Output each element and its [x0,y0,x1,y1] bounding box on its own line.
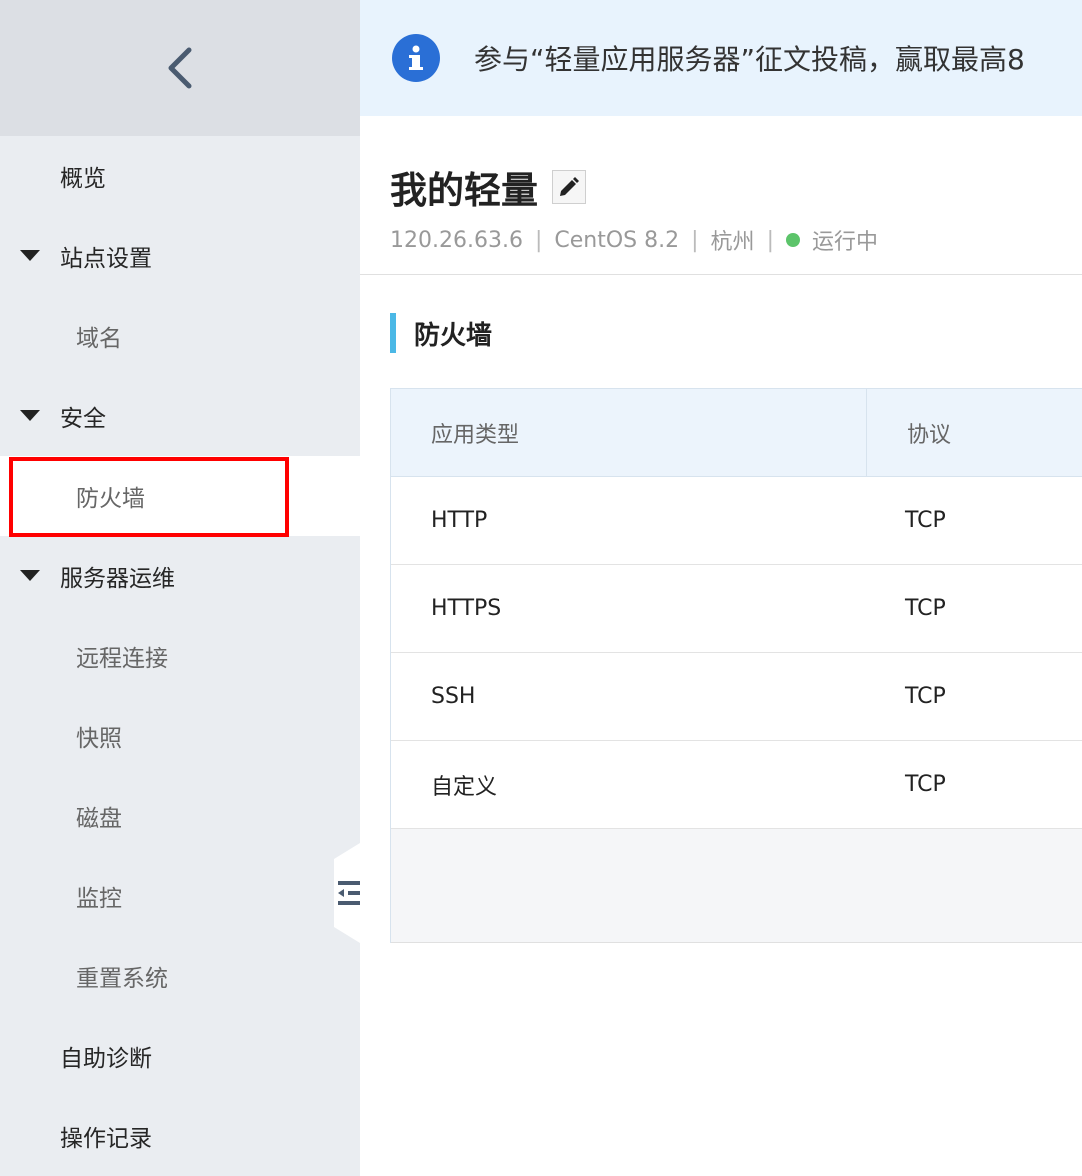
sidebar-item-label: 磁盘 [76,806,122,832]
table-row: 自定义 TCP [391,741,1082,829]
meta-separator: | [691,227,699,253]
instance-meta: 120.26.63.6 | CentOS 8.2 | 杭州 | 运行中 [390,224,1082,256]
table-row: SSH TCP [391,653,1082,741]
status-dot [785,233,800,247]
chevron-left-icon [168,47,192,89]
section-title: 防火墙 [390,313,1082,353]
cell-app-type: HTTP [431,508,488,533]
highlight-box [9,457,289,537]
caret-down-icon [20,410,60,422]
sidebar-back-button[interactable] [0,0,360,136]
column-header-protocol: 协议 [907,422,952,448]
cell-protocol: TCP [905,596,946,621]
instance-region: 杭州 [710,230,755,255]
indent-icon [338,881,360,905]
table-header: 应用类型 协议 [391,389,1082,477]
sidebar-menu: 概览 站点设置 域名 安全 防火墙 服务器运维 远程连接 快照 磁盘 监控 重置… [0,136,360,1176]
cell-protocol: TCP [905,684,946,709]
sidebar-item-reset-system[interactable]: 重置系统 [0,936,360,1016]
sidebar-collapse-handle[interactable] [334,843,360,943]
sidebar-item-label: 自助诊断 [60,1046,152,1072]
sidebar-item-label: 防火墙 [76,486,145,512]
instance-status: 运行中 [811,230,878,255]
sidebar-item-label: 操作记录 [60,1126,152,1152]
sidebar-item-label: 重置系统 [76,966,168,992]
table-row: HTTP TCP [391,477,1082,565]
column-header-app-type: 应用类型 [391,389,867,476]
cell-protocol: TCP [905,508,946,533]
info-icon [392,34,440,82]
cell-app-type: HTTPS [431,596,502,621]
sidebar-item-label: 远程连接 [76,646,168,672]
cell-protocol: TCP [905,772,946,797]
sidebar-group-security[interactable]: 安全 [0,376,360,456]
instance-ip: 120.26.63.6 [390,227,523,253]
sidebar: 概览 站点设置 域名 安全 防火墙 服务器运维 远程连接 快照 磁盘 监控 重置… [0,0,360,1176]
pencil-icon [560,177,579,196]
sidebar-item-overview[interactable]: 概览 [0,136,360,216]
cell-app-type: SSH [431,684,476,709]
sidebar-item-disk[interactable]: 磁盘 [0,776,360,856]
instance-title: 我的轻量 [390,169,538,212]
main-content: 参与“轻量应用服务器”征文投稿，赢取最高8 我的轻量 120.26.63.6 |… [360,0,1082,1176]
sidebar-item-self-diagnosis[interactable]: 自助诊断 [0,1016,360,1096]
cell-app-type: 自定义 [431,774,498,800]
edit-name-button[interactable] [552,170,586,204]
sidebar-item-monitoring[interactable]: 监控 [0,856,360,936]
meta-separator: | [766,227,774,253]
sidebar-item-remote-connect[interactable]: 远程连接 [0,616,360,696]
caret-down-icon [20,570,60,582]
sidebar-item-label: 监控 [76,886,122,912]
sidebar-item-label: 服务器运维 [60,566,175,592]
sidebar-item-label: 站点设置 [60,246,152,272]
sidebar-item-domain[interactable]: 域名 [0,296,360,376]
notice-text: 参与“轻量应用服务器”征文投稿，赢取最高8 [474,43,1025,76]
instance-os: CentOS 8.2 [554,227,680,253]
sidebar-item-operation-log[interactable]: 操作记录 [0,1096,360,1176]
sidebar-item-label: 安全 [60,406,106,432]
sidebar-item-firewall[interactable]: 防火墙 [0,456,360,537]
sidebar-item-label: 域名 [76,326,122,352]
meta-separator: | [534,227,543,253]
instance-header: 我的轻量 120.26.63.6 | CentOS 8.2 | 杭州 | 运行中 [360,116,1082,275]
sidebar-item-snapshot[interactable]: 快照 [0,696,360,776]
table-footer [391,829,1082,943]
table-row: HTTPS TCP [391,565,1082,653]
caret-down-icon [20,250,60,262]
notice-banner[interactable]: 参与“轻量应用服务器”征文投稿，赢取最高8 [360,0,1082,116]
sidebar-item-label: 概览 [60,166,106,192]
firewall-table: 应用类型 协议 HTTP TCP HTTPS TCP SSH TCP 自定义 T… [390,388,1082,943]
instance-title-row: 我的轻量 [390,160,1082,214]
sidebar-group-site-settings[interactable]: 站点设置 [0,216,360,296]
sidebar-item-label: 快照 [76,726,122,752]
sidebar-group-server-ops[interactable]: 服务器运维 [0,536,360,616]
